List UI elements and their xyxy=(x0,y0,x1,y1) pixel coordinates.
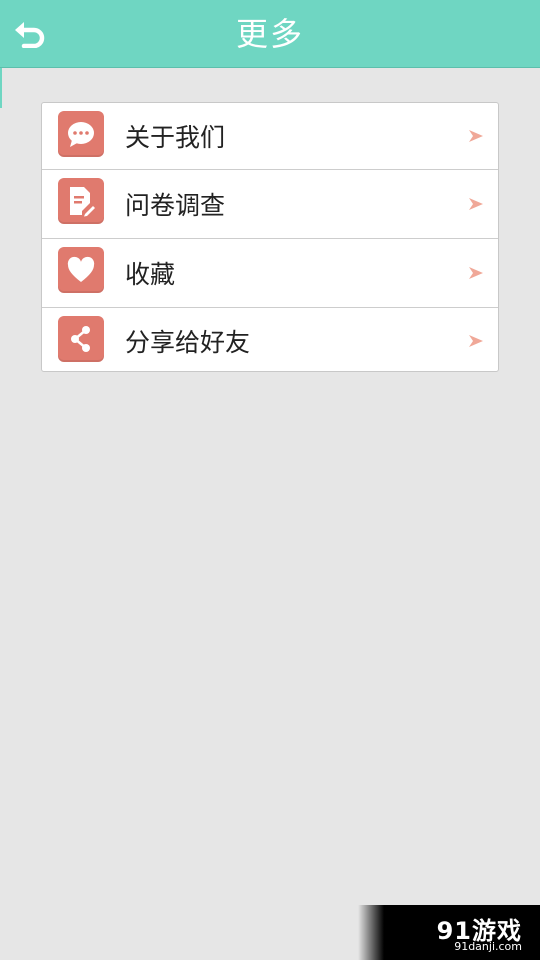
chevron-right-icon xyxy=(469,198,483,210)
page-title: 更多 xyxy=(235,15,304,53)
heart-icon xyxy=(58,247,104,293)
document-edit-icon xyxy=(58,178,104,224)
chevron-right-icon xyxy=(469,267,483,279)
chat-bubble-icon xyxy=(58,111,104,157)
menu-item-survey[interactable]: 问卷调查 xyxy=(42,170,498,239)
header-bar: 更多 xyxy=(0,0,540,68)
more-menu-list: 关于我们 问卷调查 收藏 分享给好友 xyxy=(41,102,499,372)
menu-item-favorites[interactable]: 收藏 xyxy=(42,239,498,308)
chevron-right-icon xyxy=(469,334,483,347)
menu-item-label: 问卷调查 xyxy=(125,191,226,220)
menu-item-label: 分享给好友 xyxy=(125,327,251,357)
watermark: 91游戏 91danji.com xyxy=(358,905,540,960)
share-icon xyxy=(58,316,104,362)
header-accent-edge xyxy=(0,68,2,108)
chevron-right-icon xyxy=(469,130,483,142)
menu-item-share[interactable]: 分享给好友 xyxy=(42,308,498,373)
menu-item-about-us[interactable]: 关于我们 xyxy=(42,103,498,170)
menu-item-label: 关于我们 xyxy=(125,123,226,152)
menu-item-label: 收藏 xyxy=(125,260,176,289)
watermark-url: 91danji.com xyxy=(454,940,522,953)
